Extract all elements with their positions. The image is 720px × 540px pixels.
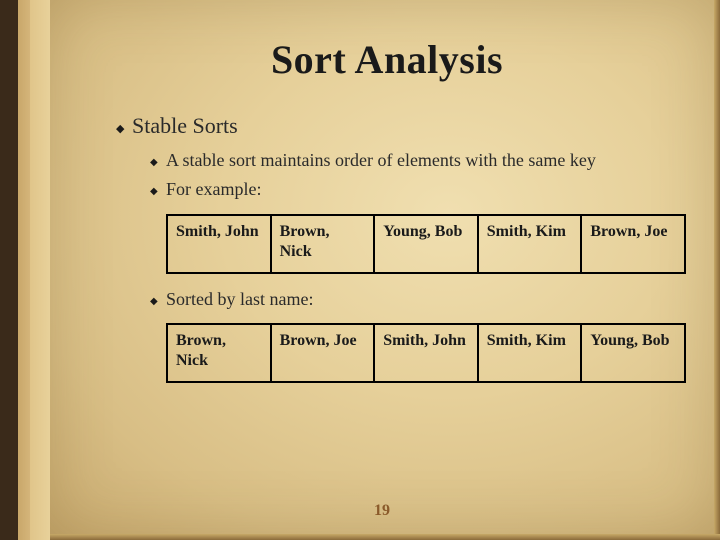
diamond-icon: ◆: [150, 288, 166, 311]
diamond-icon: ◆: [150, 178, 166, 201]
slide-page: Sort Analysis ◆ Stable Sorts ◆ A stable …: [50, 0, 714, 534]
diamond-icon: ◆: [150, 149, 166, 172]
table-cell: Smith, Kim: [478, 324, 582, 382]
bullet-level2: ◆ A stable sort maintains order of eleme…: [150, 149, 664, 172]
table-cell: Brown, Joe: [581, 215, 685, 273]
bullet-level2: ◆ For example:: [150, 178, 664, 201]
bullet-text: Stable Sorts: [132, 113, 238, 139]
page-edge: [50, 534, 720, 540]
bullet-text: A stable sort maintains order of element…: [166, 149, 596, 172]
bullet-level1: ◆ Stable Sorts: [116, 113, 664, 139]
bullet-text: For example:: [166, 178, 261, 201]
sorted-table: Brown, Nick Brown, Joe Smith, John Smith…: [166, 323, 664, 383]
table-cell: Smith, Kim: [478, 215, 582, 273]
page-number: 19: [50, 502, 714, 520]
bullet-level2: ◆ Sorted by last name:: [150, 288, 664, 311]
unsorted-table: Smith, John Brown, Nick Young, Bob Smith…: [166, 214, 664, 274]
table-cell: Smith, John: [374, 324, 478, 382]
page-edge: [714, 0, 720, 540]
diamond-icon: ◆: [116, 113, 132, 139]
page-title: Sort Analysis: [110, 36, 664, 83]
table-cell: Brown, Nick: [167, 324, 271, 382]
table-cell: Smith, John: [167, 215, 271, 273]
table-cell: Young, Bob: [581, 324, 685, 382]
bullet-text: Sorted by last name:: [166, 288, 313, 311]
table-cell: Young, Bob: [374, 215, 478, 273]
table-cell: Brown, Nick: [271, 215, 375, 273]
table-cell: Brown, Joe: [271, 324, 375, 382]
